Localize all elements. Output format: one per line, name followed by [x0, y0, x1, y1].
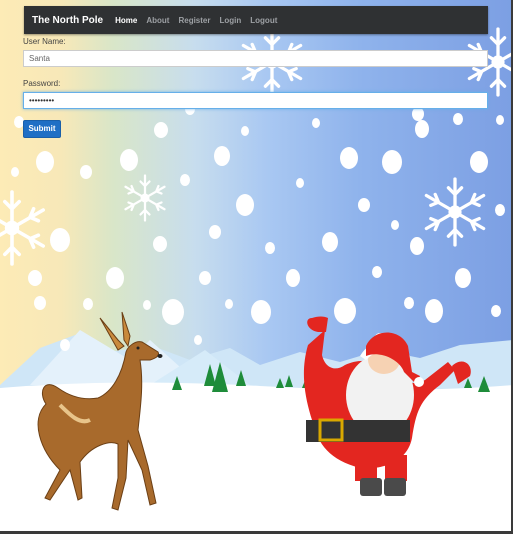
top-navbar: The North Pole Home About Register Login…	[24, 6, 488, 34]
username-label: User Name:	[23, 37, 66, 46]
navbar-brand[interactable]: The North Pole	[32, 15, 103, 26]
nav-link-login[interactable]: Login	[219, 16, 241, 25]
password-input[interactable]: •••••••••	[23, 92, 488, 109]
nav-link-home[interactable]: Home	[115, 16, 137, 25]
username-input[interactable]: Santa	[23, 50, 488, 67]
password-label: Password:	[23, 79, 61, 88]
login-form: User Name: Santa Password: ••••••••• Sub…	[23, 36, 489, 138]
nav-link-about[interactable]: About	[146, 16, 169, 25]
submit-button[interactable]: Submit	[23, 120, 61, 138]
nav-link-logout[interactable]: Logout	[250, 16, 277, 25]
nav-link-register[interactable]: Register	[178, 16, 210, 25]
